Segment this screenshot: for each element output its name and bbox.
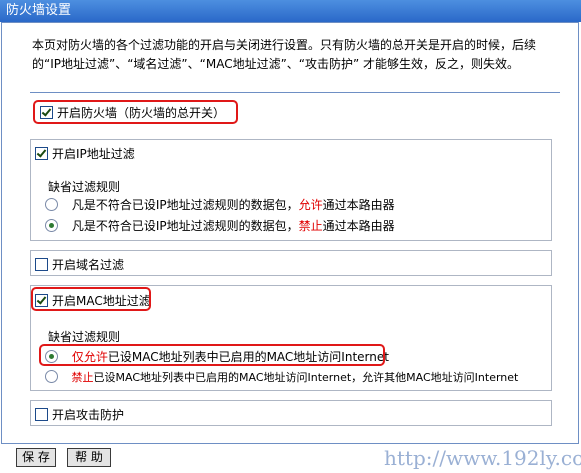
help-button[interactable]: 帮 助 (67, 448, 111, 467)
ip-rule-deny-row[interactable]: 凡是不符合已设IP地址过滤规则的数据包，禁止通过本路由器 (45, 217, 395, 234)
master-switch-checkbox[interactable] (40, 106, 53, 119)
domain-filter-checkbox[interactable] (35, 258, 48, 271)
domain-filter-row[interactable]: 开启域名过滤 (35, 256, 124, 273)
master-switch-label: 开启防火墙（防火墙的总开关） (57, 106, 226, 120)
ip-rule-allow-row[interactable]: 凡是不符合已设IP地址过滤规则的数据包，允许通过本路由器 (45, 196, 395, 213)
watermark: http://www.192ly.com (384, 446, 581, 470)
attack-protection-checkbox[interactable] (35, 408, 48, 421)
mac-rule-allow-only-radio[interactable] (45, 350, 58, 363)
ip-default-rule-title: 缺省过滤规则 (48, 180, 121, 194)
ip-filter-row[interactable]: 开启IP地址过滤 (35, 145, 135, 162)
master-switch-row[interactable]: 开启防火墙（防火墙的总开关） (40, 104, 225, 121)
mac-rule-allow-only-row[interactable]: 仅允许已设MAC地址列表中已启用的MAC地址访问Internet (45, 348, 389, 365)
mac-rule-deny-row[interactable]: 禁止已设MAC地址列表中已启用的MAC地址访问Internet，允许其他MAC地… (45, 369, 518, 385)
ip-rule-allow-radio[interactable] (45, 198, 58, 211)
mac-default-rule-title: 缺省过滤规则 (48, 330, 121, 344)
save-button[interactable]: 保 存 (16, 448, 56, 467)
page-description: 本页对防火墙的各个过滤功能的开启与关闭进行设置。只有防火墙的总开关是开启的时候，… (32, 38, 537, 71)
ip-rule-deny-radio[interactable] (45, 219, 58, 232)
window-title: 防火墙设置 (0, 0, 581, 22)
mac-filter-checkbox[interactable] (35, 294, 48, 307)
mac-filter-label: 开启MAC地址过滤 (52, 294, 151, 308)
ip-filter-label: 开启IP地址过滤 (52, 147, 135, 161)
attack-protection-row[interactable]: 开启攻击防护 (35, 406, 124, 423)
ip-filter-checkbox[interactable] (35, 147, 48, 160)
mac-filter-row[interactable]: 开启MAC地址过滤 (35, 292, 151, 309)
attack-protection-label: 开启攻击防护 (52, 408, 125, 422)
divider (30, 92, 560, 93)
mac-rule-deny-radio[interactable] (45, 370, 58, 383)
domain-filter-label: 开启域名过滤 (52, 258, 125, 272)
